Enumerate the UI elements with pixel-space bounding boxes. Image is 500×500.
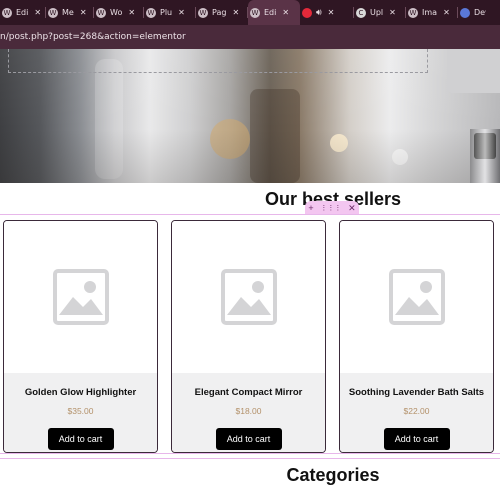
add-to-cart-button[interactable]: Add to cart xyxy=(383,428,450,450)
close-tab-icon[interactable]: ✕ xyxy=(282,8,289,17)
page-canvas: Our best sellers + ⋮⋮⋮ ✕ Golden Glow Hig… xyxy=(0,49,500,500)
section-divider xyxy=(0,458,500,459)
c-icon: C xyxy=(356,7,366,18)
wordpress-icon: W xyxy=(198,7,208,18)
categories-heading: Categories xyxy=(286,465,380,485)
product-price: $35.00 xyxy=(67,406,94,416)
wordpress-icon: W xyxy=(96,7,106,18)
browser-tab-active[interactable]: W Edi ✕ xyxy=(248,0,300,25)
browser-tab[interactable]: Dev xyxy=(458,0,490,25)
wordpress-icon: W xyxy=(408,7,418,18)
drag-handle-icon[interactable]: ⋮⋮⋮ xyxy=(320,204,341,212)
close-tab-icon[interactable]: ✕ xyxy=(328,8,335,17)
browser-tab-strip: W Edi ✕ W Me ✕ W Wo ✕ W Plu ✕ W Pag ✕ W … xyxy=(0,0,500,25)
product-price: $22.00 xyxy=(403,406,430,416)
product-name[interactable]: Elegant Compact Mirror xyxy=(172,387,325,398)
close-tab-icon[interactable]: ✕ xyxy=(232,8,239,17)
product-name[interactable]: Golden Glow Highlighter xyxy=(4,387,157,398)
close-widget-icon[interactable]: ✕ xyxy=(348,203,356,214)
image-placeholder-icon xyxy=(52,269,109,325)
hero-banner-image xyxy=(0,49,500,183)
browser-tab[interactable]: W Edi ✕ xyxy=(0,0,46,25)
browser-tab[interactable]: W Me ✕ xyxy=(46,0,94,25)
close-tab-icon[interactable]: ✕ xyxy=(128,8,135,17)
close-tab-icon[interactable]: ✕ xyxy=(80,8,87,17)
close-tab-icon[interactable]: ✕ xyxy=(443,8,450,17)
product-image-placeholder[interactable] xyxy=(340,221,493,373)
browser-tab[interactable]: 🔊︎ ✕ xyxy=(300,0,354,25)
product-card[interactable]: Golden Glow Highlighter $35.00 Add to ca… xyxy=(3,220,158,453)
browser-tab[interactable]: W Wo ✕ xyxy=(94,0,144,25)
wordpress-icon: W xyxy=(48,7,58,18)
product-image-placeholder[interactable] xyxy=(4,221,157,373)
add-to-cart-button[interactable]: Add to cart xyxy=(47,428,114,450)
add-widget-icon[interactable]: + xyxy=(308,203,313,213)
product-name[interactable]: Soothing Lavender Bath Salts xyxy=(340,387,493,398)
product-price: $18.00 xyxy=(235,406,262,416)
url-text[interactable]: n/post.php?post=268&action=elementor xyxy=(0,32,186,42)
speaker-icon: 🔊︎ xyxy=(316,7,322,18)
close-tab-icon[interactable]: ✕ xyxy=(34,8,41,17)
widget-handle[interactable]: + ⋮⋮⋮ ✕ xyxy=(305,201,359,215)
add-to-cart-button[interactable]: Add to cart xyxy=(215,428,282,450)
browser-tab[interactable]: W Plu ✕ xyxy=(144,0,196,25)
product-card[interactable]: Soothing Lavender Bath Salts $22.00 Add … xyxy=(339,220,494,453)
address-bar[interactable]: n/post.php?post=268&action=elementor xyxy=(0,25,500,49)
wordpress-icon: W xyxy=(2,7,12,18)
product-card[interactable]: Elegant Compact Mirror $18.00 Add to car… xyxy=(171,220,326,453)
browser-tab[interactable]: W Pag ✕ xyxy=(196,0,248,25)
browser-tab[interactable]: W Ima ✕ xyxy=(406,0,458,25)
best-sellers-heading: Our best sellers xyxy=(264,189,402,209)
wordpress-icon: W xyxy=(146,7,156,18)
browser-tab[interactable]: C Upl ✕ xyxy=(354,0,406,25)
youtube-icon xyxy=(302,7,312,18)
close-tab-icon[interactable]: ✕ xyxy=(178,8,185,17)
image-placeholder-icon xyxy=(220,269,277,325)
dev-icon xyxy=(460,7,470,18)
editor-panel xyxy=(447,49,500,93)
close-tab-icon[interactable]: ✕ xyxy=(389,8,396,17)
wordpress-icon: W xyxy=(250,7,260,18)
editor-section-outline xyxy=(8,49,428,73)
product-image-placeholder[interactable] xyxy=(172,221,325,373)
image-placeholder-icon xyxy=(388,269,445,325)
